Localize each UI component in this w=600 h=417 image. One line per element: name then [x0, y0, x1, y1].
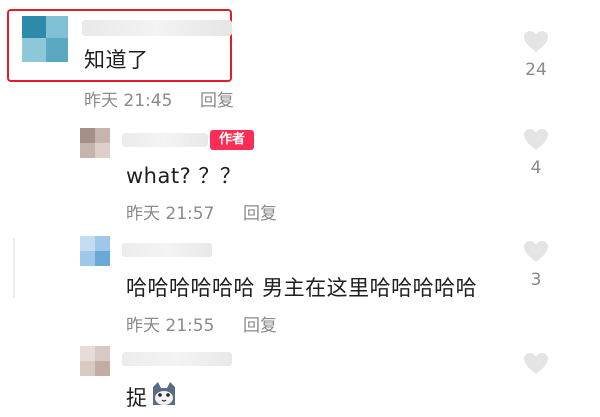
reply-button[interactable]: 回复: [243, 199, 277, 224]
username[interactable]: [122, 243, 212, 257]
heart-icon[interactable]: [523, 128, 549, 152]
reply-button[interactable]: 回复: [243, 311, 277, 336]
avatar-blur-icon: [80, 128, 110, 158]
avatar[interactable]: [80, 346, 110, 376]
username[interactable]: [82, 20, 232, 36]
heart-icon[interactable]: [523, 30, 549, 54]
comment-text: 知道了: [84, 48, 149, 72]
avatar[interactable]: [80, 128, 110, 158]
avatar[interactable]: [80, 236, 110, 266]
comment-time: 昨天 21:45: [84, 91, 173, 111]
like-count: 4: [530, 158, 542, 178]
like-count: 24: [525, 60, 547, 80]
author-badge: 作者: [210, 130, 254, 150]
comment-text: 哈哈哈哈哈哈 男主在这里哈哈哈哈哈: [126, 276, 478, 300]
comment-time: 昨天 21:57: [126, 204, 215, 224]
thread-line: [13, 238, 15, 298]
avatar-blur-icon: [22, 16, 68, 62]
avatar[interactable]: [22, 16, 68, 62]
cat-emoji: [153, 382, 175, 405]
heart-icon[interactable]: [523, 240, 549, 264]
username[interactable]: [122, 133, 208, 147]
like-count: 3: [530, 270, 542, 290]
heart-icon[interactable]: [523, 352, 549, 376]
comment-text: what? ？？: [126, 164, 242, 188]
reply-button[interactable]: 回复: [200, 86, 234, 111]
comment-text: 捉: [126, 386, 148, 410]
comment-time: 昨天 21:55: [126, 316, 215, 336]
username[interactable]: [122, 352, 232, 366]
avatar-blur-icon: [80, 236, 110, 266]
avatar-blur-icon: [80, 346, 110, 376]
